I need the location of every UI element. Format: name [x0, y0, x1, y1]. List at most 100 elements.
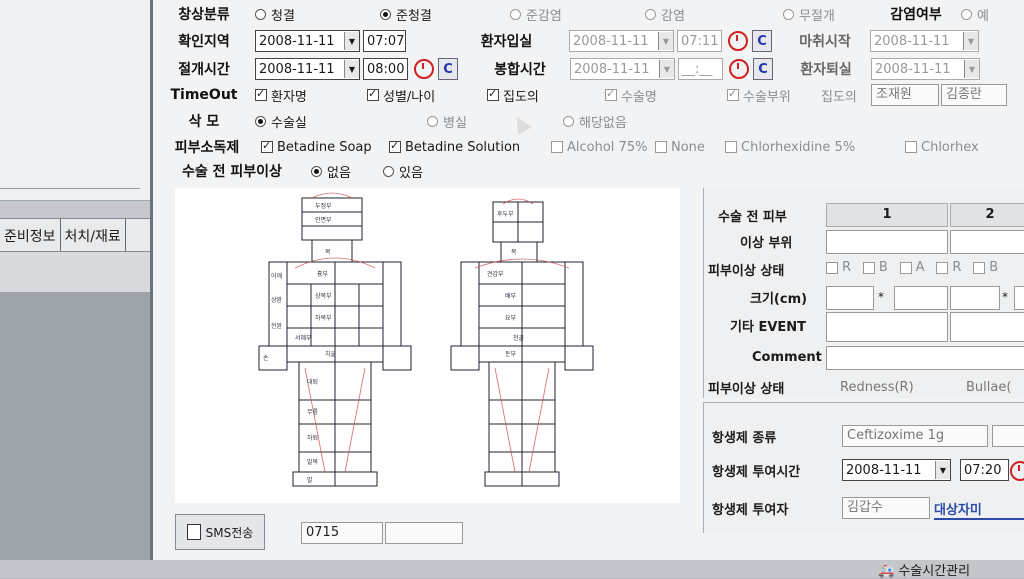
size-1-h-input[interactable]: [894, 286, 948, 310]
radio-icon[interactable]: [510, 8, 521, 20]
comment-input[interactable]: [826, 346, 1024, 370]
chevron-down-icon[interactable]: ▼: [658, 32, 673, 50]
shaving-option-or[interactable]: 수술실: [255, 112, 427, 131]
radio-selected-icon[interactable]: [255, 115, 266, 127]
clock-icon[interactable]: [728, 31, 748, 51]
wound-option-contaminated[interactable]: 준감염: [510, 5, 645, 24]
shaving-option-na[interactable]: 해당없음: [563, 112, 683, 131]
code-extra-field[interactable]: [385, 522, 463, 544]
checkbox-icon[interactable]: [551, 141, 563, 153]
skin-site-1-input[interactable]: [826, 230, 948, 254]
code-field[interactable]: 0715: [301, 522, 383, 544]
chevron-down-icon[interactable]: ▼: [344, 32, 359, 50]
checkbox-icon[interactable]: [973, 261, 986, 274]
suture-time-input[interactable]: __:__: [678, 58, 723, 80]
body-diagram[interactable]: 두정부 안면부 목 흉부 상복부 하복부 서혜부 치골 후두부 목 견갑부 배부…: [175, 188, 680, 503]
timeout-procedure[interactable]: 수술명: [605, 86, 727, 105]
sms-send-button[interactable]: SMS전송: [175, 514, 265, 550]
antibiotic-type-extra[interactable]: [992, 425, 1024, 447]
disinfectant-chlorhex-2[interactable]: Chlorhex: [905, 140, 979, 155]
radio-icon[interactable]: [783, 8, 794, 20]
tab-prep-info[interactable]: 준비정보: [0, 219, 61, 251]
checkbox-icon[interactable]: [605, 89, 617, 101]
checkbox-icon[interactable]: [826, 261, 838, 274]
incision-date-picker[interactable]: 2008-11-11 ▼: [255, 58, 360, 80]
checkbox-icon[interactable]: [725, 141, 737, 153]
size-2-h-input[interactable]: [1014, 286, 1024, 310]
size-2-w-input[interactable]: [950, 286, 1000, 310]
checkbox-icon[interactable]: [487, 89, 499, 101]
wound-option-clean[interactable]: 청결: [255, 5, 380, 24]
checkbox-icon[interactable]: [899, 261, 912, 274]
chevron-down-icon[interactable]: ▼: [344, 60, 359, 78]
patient-in-date-picker[interactable]: 2008-11-11 ▼: [569, 30, 674, 52]
radio-icon[interactable]: [255, 8, 266, 20]
anesthesia-date-picker[interactable]: 2008-11-11 ▼: [870, 30, 979, 52]
chevron-down-icon[interactable]: ▼: [935, 461, 950, 479]
antibiotic-giver-input[interactable]: 김갑수: [842, 497, 930, 519]
checkbox-icon[interactable]: [727, 89, 739, 101]
wound-option-no-incision[interactable]: 무절개: [783, 5, 871, 24]
incision-time-input[interactable]: 08:00: [363, 58, 408, 80]
timeout-gender-age[interactable]: 성별/나이: [367, 86, 487, 105]
state-r-1[interactable]: R: [826, 260, 851, 275]
wound-option-clean-contaminated[interactable]: 준청결: [380, 5, 510, 24]
event-2-input[interactable]: [950, 312, 1024, 342]
disinfectant-chlorhexidine[interactable]: Chlorhexidine 5%: [725, 140, 905, 155]
staff-field-2[interactable]: 김종란: [941, 84, 1007, 106]
shaving-option-ward[interactable]: 병실: [427, 112, 563, 131]
tab-treatment-material[interactable]: 처치/재료: [61, 219, 126, 251]
timeout-site[interactable]: 수술부위: [727, 86, 821, 105]
antibiotic-date-picker[interactable]: 2008-11-11 ▼: [842, 459, 951, 481]
disinfectant-alcohol[interactable]: Alcohol 75%: [551, 140, 655, 155]
radio-selected-icon[interactable]: [311, 165, 322, 177]
patient-in-time-input[interactable]: 07:11: [677, 30, 722, 52]
checkbox-icon[interactable]: [862, 261, 875, 274]
radio-icon[interactable]: [563, 115, 574, 127]
surgery-time-management-link[interactable]: 🚑 수술시간관리: [878, 560, 970, 579]
radio-icon[interactable]: [961, 8, 972, 20]
suture-clear-button[interactable]: C: [753, 58, 773, 80]
body-map-svg[interactable]: 두정부 안면부 목 흉부 상복부 하복부 서혜부 치골 후두부 목 견갑부 배부…: [175, 188, 680, 503]
event-1-input[interactable]: [826, 312, 948, 342]
suture-date-picker[interactable]: 2008-11-11 ▼: [570, 58, 675, 80]
preop-skin-option-none[interactable]: 없음: [311, 162, 383, 181]
disinfectant-betadine-solution[interactable]: Betadine Solution: [389, 140, 551, 155]
confirm-date-picker[interactable]: 2008-11-11 ▼: [255, 30, 360, 52]
timeout-surgeon[interactable]: 집도의: [487, 86, 605, 105]
checkbox-icon[interactable]: [255, 89, 267, 101]
disinfectant-none[interactable]: None: [655, 140, 725, 155]
clock-icon[interactable]: [414, 59, 434, 79]
disinfectant-betadine-soap[interactable]: Betadine Soap: [261, 140, 389, 155]
checkbox-icon[interactable]: [936, 261, 949, 274]
skin-site-2-input[interactable]: [950, 230, 1024, 254]
radio-selected-icon[interactable]: [380, 8, 391, 20]
timeout-patient-name[interactable]: 환자명: [255, 86, 367, 105]
radio-icon[interactable]: [427, 115, 438, 127]
checkbox-icon[interactable]: [367, 89, 379, 101]
incision-clear-button[interactable]: C: [438, 58, 458, 80]
radio-icon[interactable]: [383, 165, 394, 177]
preop-skin-option-yes[interactable]: 있음: [383, 162, 423, 181]
checkbox-icon[interactable]: [905, 141, 917, 153]
chevron-down-icon[interactable]: ▼: [963, 32, 978, 50]
chevron-down-icon[interactable]: ▼: [659, 60, 674, 78]
state-r-2[interactable]: R: [936, 260, 961, 275]
size-1-w-input[interactable]: [826, 286, 874, 310]
radio-icon[interactable]: [645, 8, 656, 20]
staff-field-1[interactable]: 조재원: [871, 84, 939, 106]
antibiotic-time-input[interactable]: 07:20: [960, 459, 1009, 481]
antibiotic-type-input[interactable]: Ceftizoxime 1g: [842, 425, 988, 447]
wound-option-infected[interactable]: 감염: [645, 5, 783, 24]
clock-icon[interactable]: [1010, 461, 1024, 481]
patient-out-date-picker[interactable]: 2008-11-11 ▼: [871, 58, 980, 80]
clock-icon[interactable]: [729, 59, 749, 79]
state-b-2[interactable]: B: [973, 260, 998, 275]
checkbox-icon[interactable]: [655, 141, 667, 153]
chevron-down-icon[interactable]: ▼: [964, 60, 979, 78]
state-b-1[interactable]: B: [862, 260, 888, 275]
confirm-time-input[interactable]: 07:07: [363, 30, 406, 52]
infection-option-yes[interactable]: 예: [961, 5, 989, 24]
patient-in-clear-button[interactable]: C: [752, 30, 772, 52]
select-target-button[interactable]: 대상자미: [934, 499, 1024, 520]
